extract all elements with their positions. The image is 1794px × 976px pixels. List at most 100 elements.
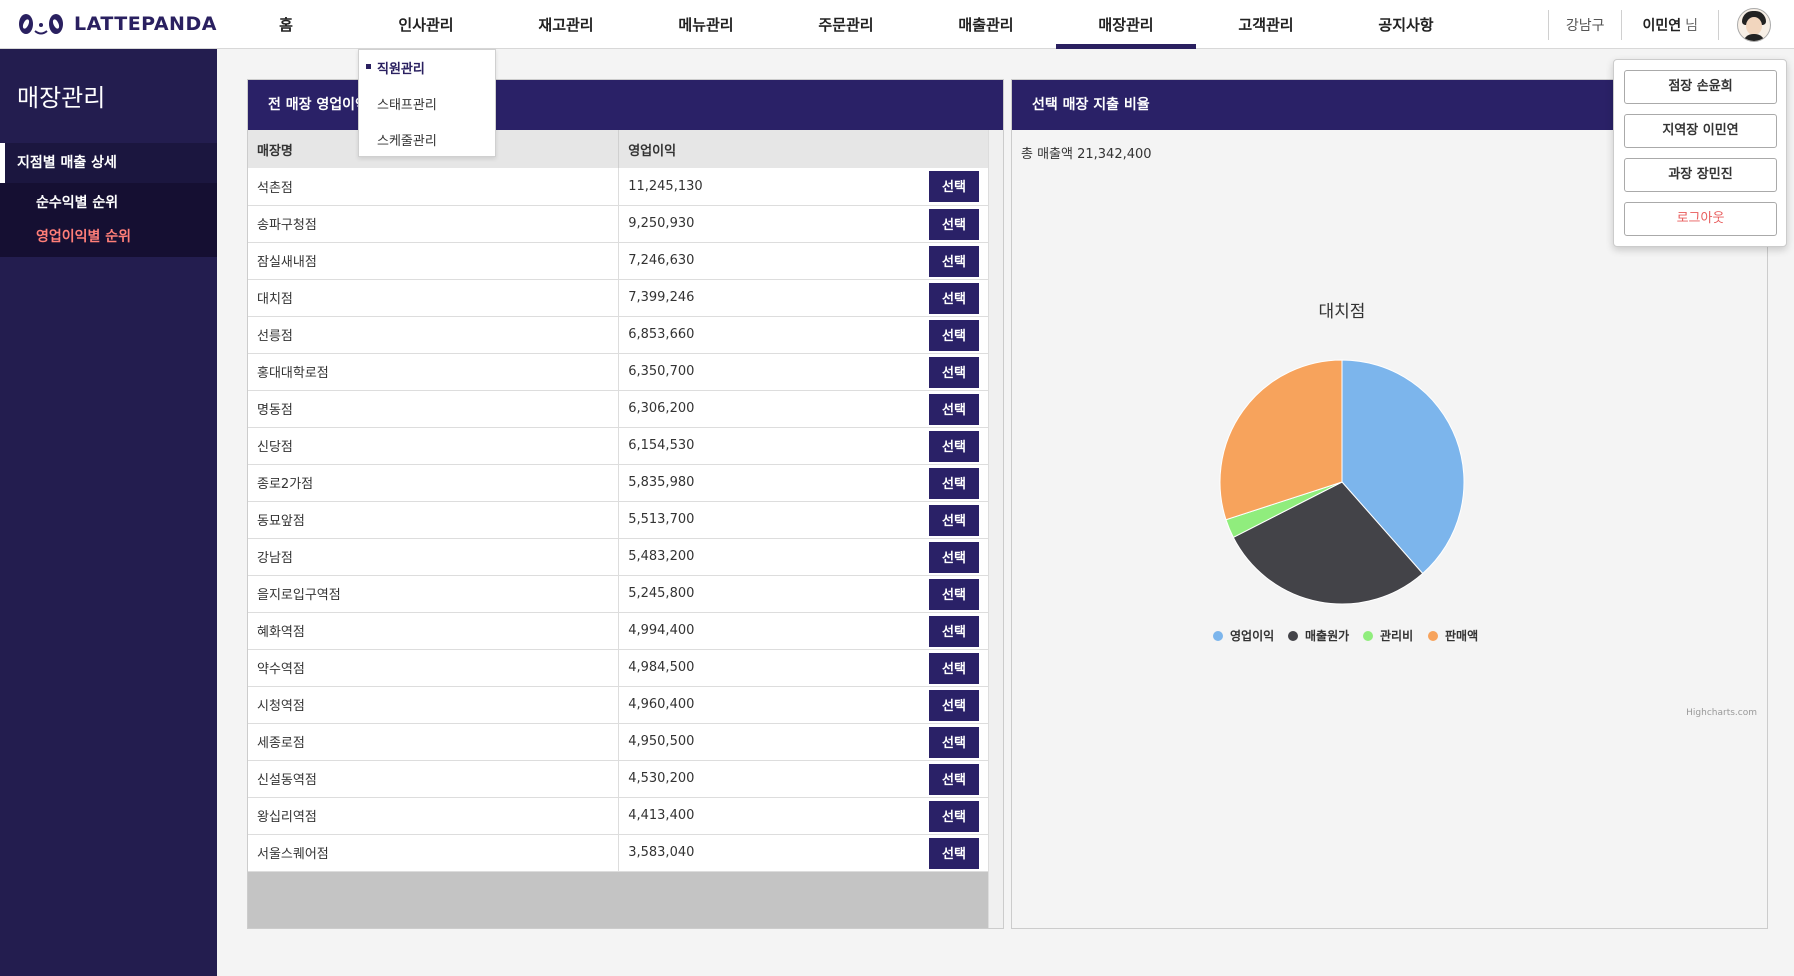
select-store-button[interactable]: 선택 [929, 763, 979, 795]
select-store-button[interactable]: 선택 [929, 652, 979, 684]
store-name-cell: 송파구청점 [248, 205, 620, 243]
sidebar-item-operating-profit-rank[interactable]: 영업이익별 순위 [36, 226, 131, 246]
sidebar-item-net-profit-rank[interactable]: 순수익별 순위 [36, 192, 118, 212]
sidebar-submenu: 순수익별 순위 영업이익별 순위 [0, 183, 217, 257]
account-button-regional[interactable]: 지역장 이민연 [1624, 114, 1777, 148]
store-name-cell: 종로2가점 [248, 464, 620, 502]
store-name-cell: 신설동역점 [248, 760, 620, 798]
profit-cell: 4,413,400 선택 [618, 797, 990, 835]
select-store-button[interactable]: 선택 [929, 837, 979, 869]
user-dropdown-menu: 점장 손윤희 지역장 이민연 과장 장민진 로그아웃 [1613, 59, 1787, 247]
logout-button[interactable]: 로그아웃 [1624, 202, 1777, 236]
table-scrollbar[interactable] [988, 130, 1003, 928]
account-button-section-chief[interactable]: 과장 장민진 [1624, 158, 1777, 192]
store-name-cell: 왕십리역점 [248, 797, 620, 835]
table-row: 세종로점 4,950,500 선택 [248, 723, 990, 761]
profit-cell: 5,513,700 선택 [618, 501, 990, 539]
sidebar-title: 매장관리 [17, 84, 106, 112]
table-row: 왕십리역점 4,413,400 선택 [248, 797, 990, 835]
avatar-face-shape [1746, 16, 1762, 35]
select-store-button[interactable]: 선택 [929, 726, 979, 758]
nav-item-order[interactable]: 주문관리 [776, 0, 916, 49]
nav-item-sales[interactable]: 매출관리 [916, 0, 1056, 49]
store-name-cell: 명동점 [248, 390, 620, 428]
select-store-button[interactable]: 선택 [929, 430, 979, 462]
store-name-cell: 동묘앞점 [248, 501, 620, 539]
select-store-button[interactable]: 선택 [929, 282, 979, 314]
select-store-button[interactable]: 선택 [929, 689, 979, 721]
select-store-button[interactable]: 선택 [929, 578, 979, 610]
submenu-item-crew[interactable]: 스태프관리 [377, 94, 437, 113]
user-avatar[interactable] [1737, 7, 1771, 42]
account-button-manager[interactable]: 점장 손윤희 [1624, 70, 1777, 104]
profit-cell: 11,245,130 선택 [618, 168, 990, 206]
profit-value: 4,984,500 [628, 660, 695, 675]
profit-cell: 4,984,500 선택 [618, 649, 990, 687]
profit-cell: 4,994,400 선택 [618, 612, 990, 650]
operating-profit-panel: 전 매장 영업이익 매장명 영업이익 석촌점 11,245,130 선택 송파구청점 9… [247, 79, 1004, 929]
profit-value: 4,994,400 [628, 623, 695, 638]
top-header: LATTEPANDA 홈 인사관리 재고관리 메뉴관리 주문관리 매출관리 매장관리 고객관리… [0, 0, 1794, 49]
select-store-button[interactable]: 선택 [929, 208, 979, 240]
profit-cell: 6,853,660 선택 [618, 316, 990, 354]
profit-value: 4,413,400 [628, 808, 695, 823]
store-name-cell: 혜화역점 [248, 612, 620, 650]
select-store-button[interactable]: 선택 [929, 319, 979, 351]
table-row: 을지로입구역점 5,245,800 선택 [248, 575, 990, 613]
nav-item-customer[interactable]: 고객관리 [1196, 0, 1336, 49]
table-row: 대치점 7,399,246 선택 [248, 279, 990, 317]
legend-marker [1428, 631, 1438, 641]
legend-label: 매출원가 [1305, 628, 1349, 643]
nav-item-home[interactable]: 홈 [216, 0, 356, 49]
submenu-item-schedule[interactable]: 스케줄관리 [377, 130, 437, 149]
legend-item[interactable]: 매출원가 [1288, 628, 1349, 643]
sidebar-section-sales-detail[interactable]: 지점별 매출 상세 [0, 143, 217, 183]
select-store-button[interactable]: 선택 [929, 800, 979, 832]
chart-credit[interactable]: Highcharts.com [1686, 708, 1757, 718]
profit-value: 6,306,200 [628, 401, 695, 416]
nav-item-hr[interactable]: 인사관리 [356, 0, 496, 49]
nav-item-notice[interactable]: 공지사항 [1336, 0, 1476, 49]
nav-item-menu[interactable]: 메뉴관리 [636, 0, 776, 49]
panda-logo-icon [19, 14, 63, 35]
table-row: 잠실새내점 7,246,630 선택 [248, 242, 990, 280]
table-scroll-area[interactable]: 매장명 영업이익 석촌점 11,245,130 선택 송파구청점 9,250,930 선택… [248, 130, 990, 928]
table-row: 신당점 6,154,530 선택 [248, 427, 990, 465]
table-row: 송파구청점 9,250,930 선택 [248, 205, 990, 243]
legend-item[interactable]: 판매액 [1428, 628, 1478, 643]
table-row: 강남점 5,483,200 선택 [248, 538, 990, 576]
nav-item-store[interactable]: 매장관리 [1056, 0, 1196, 49]
nav-item-inventory[interactable]: 재고관리 [496, 0, 636, 49]
submenu-item-staff[interactable]: 직원관리 [366, 58, 425, 77]
legend-label: 영업이익 [1230, 628, 1274, 643]
select-store-button[interactable]: 선택 [929, 615, 979, 647]
select-store-button[interactable]: 선택 [929, 541, 979, 573]
select-store-button[interactable]: 선택 [929, 356, 979, 388]
store-name-cell: 세종로점 [248, 723, 620, 761]
table-row: 홍대대학로점 6,350,700 선택 [248, 353, 990, 391]
legend-marker [1363, 631, 1373, 641]
select-store-button[interactable]: 선택 [929, 245, 979, 277]
store-name-cell: 선릉점 [248, 316, 620, 354]
select-store-button[interactable]: 선택 [929, 171, 979, 202]
profit-cell: 6,306,200 선택 [618, 390, 990, 428]
brand-logo[interactable]: LATTEPANDA [16, 9, 217, 39]
legend-item[interactable]: 관리비 [1363, 628, 1413, 643]
select-store-button[interactable]: 선택 [929, 467, 979, 499]
sidebar: 매장관리 지점별 매출 상세 순수익별 순위 영업이익별 순위 [0, 49, 217, 976]
profit-value: 6,154,530 [628, 438, 695, 453]
profit-cell: 6,350,700 선택 [618, 353, 990, 391]
legend-item[interactable]: 영업이익 [1213, 628, 1274, 643]
profit-value: 5,245,800 [628, 586, 695, 601]
avatar-body-shape [1743, 33, 1765, 41]
select-store-button[interactable]: 선택 [929, 393, 979, 425]
divider [1718, 9, 1719, 40]
legend-label: 판매액 [1445, 628, 1478, 643]
profit-value: 4,960,400 [628, 697, 695, 712]
store-profit-table: 매장명 영업이익 석촌점 11,245,130 선택 송파구청점 9,250,930 선택… [248, 130, 990, 872]
profit-value: 7,399,246 [628, 290, 695, 305]
select-store-button[interactable]: 선택 [929, 504, 979, 536]
profit-cell: 6,154,530 선택 [618, 427, 990, 465]
store-name-cell: 서울스퀘어점 [248, 834, 620, 872]
table-row: 약수역점 4,984,500 선택 [248, 649, 990, 687]
